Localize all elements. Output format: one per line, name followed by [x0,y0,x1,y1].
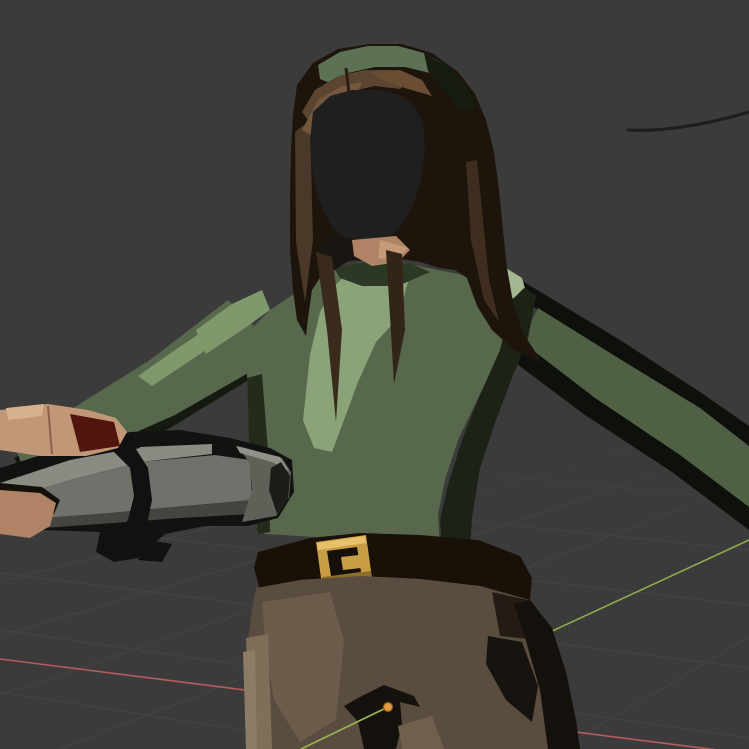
origin-point[interactable] [384,703,393,712]
belt-buckle-tongue [341,555,361,570]
viewport-canvas[interactable] [0,0,749,749]
3d-viewport[interactable] [0,0,749,749]
